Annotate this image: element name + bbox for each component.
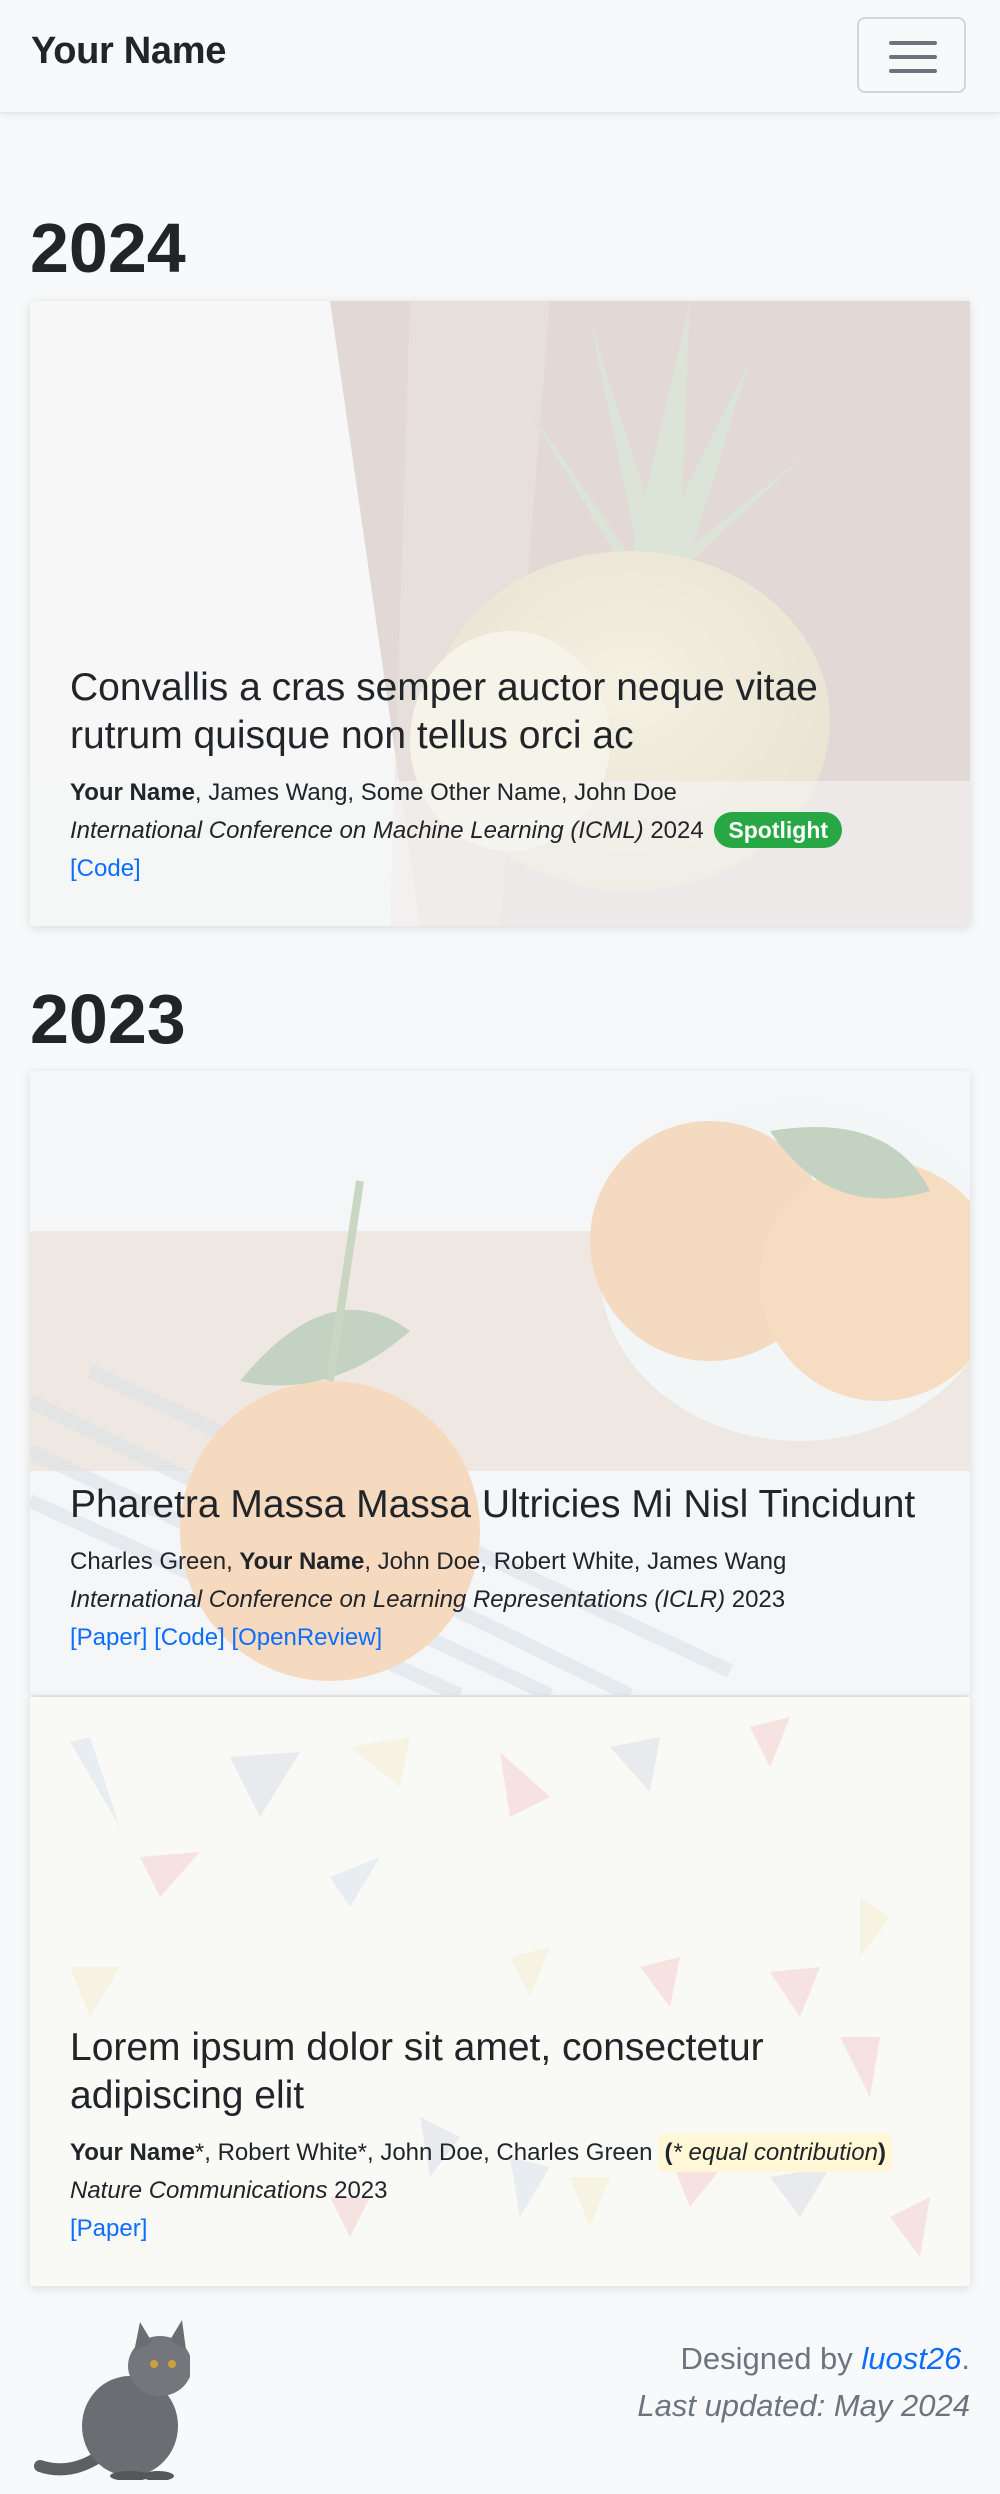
last-updated: Last updated: May 2024 xyxy=(637,2388,970,2423)
venue-name: Nature Communications xyxy=(70,2177,328,2204)
hamburger-menu-icon xyxy=(889,69,937,73)
author-highlight: Your Name xyxy=(70,2139,195,2166)
author-others: , John Doe, Robert White, James Wang xyxy=(364,1548,787,1575)
author-list: Your Name, James Wang, Some Other Name, … xyxy=(70,774,930,812)
spotlight-badge: Spotlight xyxy=(714,811,843,848)
publication-card: Lorem ipsum dolor sit amet, consectetur … xyxy=(30,1697,970,2286)
footer-credits: Designed by luost26. Last updated: May 2… xyxy=(637,2335,970,2429)
publication-content: Lorem ipsum dolor sit amet, consectetur … xyxy=(70,2024,930,2248)
cat-icon xyxy=(30,2316,192,2481)
hamburger-menu-icon xyxy=(889,41,937,45)
publication-card: Pharetra Massa Massa Ultricies Mi Nisl T… xyxy=(30,1071,970,1695)
designed-by-line: Designed by luost26. xyxy=(680,2341,970,2376)
publication-card: Convallis a cras semper auctor neque vit… xyxy=(30,301,970,926)
designer-link[interactable]: luost26 xyxy=(861,2341,961,2376)
openreview-link[interactable]: [OpenReview] xyxy=(231,1624,382,1651)
author-list: Your Name*, Robert White*, John Doe, Cha… xyxy=(70,2134,930,2172)
paper-title: Pharetra Massa Massa Ultricies Mi Nisl T… xyxy=(70,1483,916,1526)
publication-content: Convallis a cras semper auctor neque vit… xyxy=(70,664,930,888)
author-others: Charles Green, xyxy=(70,1548,240,1575)
paper-link[interactable]: [Paper] xyxy=(70,1624,147,1651)
venue-year: 2023 xyxy=(725,1586,786,1613)
menu-toggle-button[interactable] xyxy=(857,17,966,93)
equal-contribution-note: (* equal contribution) xyxy=(658,2134,892,2172)
venue-year: 2024 xyxy=(643,817,704,844)
paper-title: Convallis a cras semper auctor neque vit… xyxy=(70,666,818,757)
venue: Nature Communications 2023 xyxy=(70,2172,930,2210)
venue: International Conference on Machine Lear… xyxy=(70,811,930,850)
code-link[interactable]: [Code] xyxy=(154,1624,225,1651)
paper-link[interactable]: [Paper] xyxy=(70,2215,147,2242)
publication-content: Pharetra Massa Massa Ultricies Mi Nisl T… xyxy=(70,1481,930,1657)
author-highlight: Your Name xyxy=(239,1548,365,1575)
venue: International Conference on Learning Rep… xyxy=(70,1581,930,1619)
venue-year: 2023 xyxy=(327,2177,388,2204)
paper-links: [Code] xyxy=(70,850,930,888)
year-heading: 2023 xyxy=(30,980,186,1058)
hamburger-menu-icon xyxy=(889,55,937,59)
author-others: , Robert White*, John Doe, Charles Green xyxy=(204,2139,653,2166)
code-link[interactable]: [Code] xyxy=(70,855,141,882)
venue-name: International Conference on Machine Lear… xyxy=(70,817,644,844)
author-highlight: Your Name xyxy=(70,779,195,806)
paper-links: [Paper] [Code] [OpenReview] xyxy=(70,1619,930,1657)
author-mark: * xyxy=(194,2139,205,2166)
venue-name: International Conference on Learning Rep… xyxy=(70,1586,726,1613)
year-heading: 2024 xyxy=(30,209,186,287)
navbar: Your Name xyxy=(0,0,1000,113)
author-others: , James Wang, Some Other Name, John Doe xyxy=(194,779,677,806)
paper-links: [Paper] xyxy=(70,2210,930,2248)
paper-title: Lorem ipsum dolor sit amet, consectetur … xyxy=(70,2026,764,2117)
author-list: Charles Green, Your Name, John Doe, Robe… xyxy=(70,1543,930,1581)
brand-title[interactable]: Your Name xyxy=(31,30,226,73)
